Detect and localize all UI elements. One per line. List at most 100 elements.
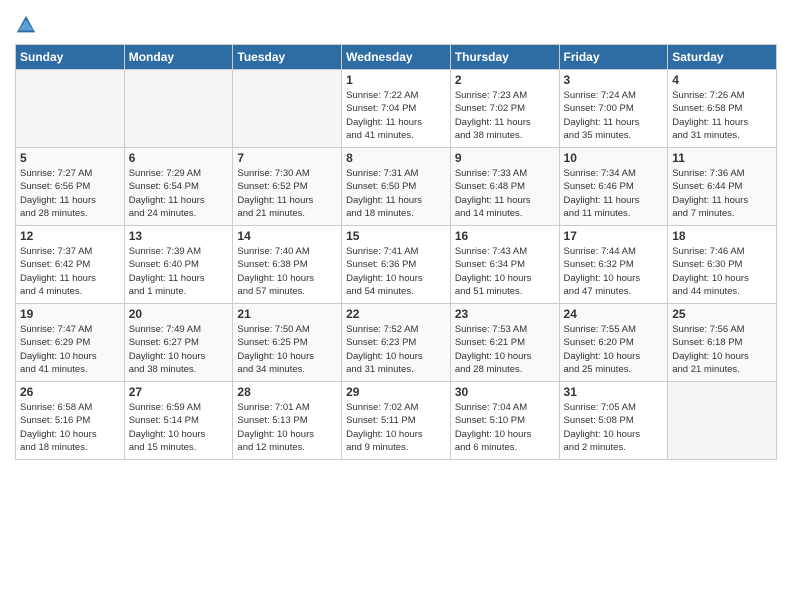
calendar-cell: 14 Sunrise: 7:40 AMSunset: 6:38 PMDayligh… xyxy=(233,226,342,304)
day-number: 22 xyxy=(346,307,446,321)
day-info: Sunrise: 7:27 AMSunset: 6:56 PMDaylight:… xyxy=(20,167,120,220)
calendar-cell: 25Sunrise: 7:56 AMSunset: 6:18 PMDayligh… xyxy=(668,304,777,382)
week-row-1: 1 Sunrise: 7:22 AMSunset: 7:04 PMDaylight… xyxy=(16,70,777,148)
calendar-cell: 2Sunrise: 7:23 AMSunset: 7:02 PMDaylight… xyxy=(450,70,559,148)
day-number: 27 xyxy=(129,385,229,399)
day-info: Sunrise: 7:44 AMSunset: 6:32 PMDaylight:… xyxy=(564,245,664,298)
day-info: Sunrise: 7:31 AMSunset: 6:50 PMDaylight:… xyxy=(346,167,446,220)
day-number: 3 xyxy=(564,73,664,87)
day-info: Sunrise: 7:47 AMSunset: 6:29 PMDaylight:… xyxy=(20,323,120,376)
day-info: Sunrise: 7:04 AMSunset: 5:10 PMDaylight:… xyxy=(455,401,555,454)
calendar-cell xyxy=(16,70,125,148)
calendar-table: Sunday Monday Tuesday Wednesday Thursday… xyxy=(15,44,777,460)
calendar-cell: 27Sunrise: 6:59 AMSunset: 5:14 PMDayligh… xyxy=(124,382,233,460)
logo xyxy=(15,14,41,36)
day-number: 6 xyxy=(129,151,229,165)
day-number: 13 xyxy=(129,229,229,243)
day-info: Sunrise: 7:02 AMSunset: 5:11 PMDaylight:… xyxy=(346,401,446,454)
day-number: 28 xyxy=(237,385,337,399)
day-number: 16 xyxy=(455,229,555,243)
day-number: 21 xyxy=(237,307,337,321)
col-sunday: Sunday xyxy=(16,45,125,70)
week-row-2: 5Sunrise: 7:27 AMSunset: 6:56 PMDaylight… xyxy=(16,148,777,226)
day-info: Sunrise: 6:58 AMSunset: 5:16 PMDaylight:… xyxy=(20,401,120,454)
calendar-cell: 3 Sunrise: 7:24 AMSunset: 7:00 PMDaylight… xyxy=(559,70,668,148)
day-number: 11 xyxy=(672,151,772,165)
day-info: Sunrise: 7:52 AMSunset: 6:23 PMDaylight:… xyxy=(346,323,446,376)
col-saturday: Saturday xyxy=(668,45,777,70)
calendar-cell: 23Sunrise: 7:53 AMSunset: 6:21 PMDayligh… xyxy=(450,304,559,382)
day-number: 8 xyxy=(346,151,446,165)
logo-icon xyxy=(15,14,37,36)
day-number: 19 xyxy=(20,307,120,321)
calendar-cell: 6 Sunrise: 7:29 AMSunset: 6:54 PMDaylight… xyxy=(124,148,233,226)
day-info: Sunrise: 7:30 AMSunset: 6:52 PMDaylight:… xyxy=(237,167,337,220)
calendar-cell: 11Sunrise: 7:36 AMSunset: 6:44 PMDayligh… xyxy=(668,148,777,226)
col-wednesday: Wednesday xyxy=(342,45,451,70)
day-number: 20 xyxy=(129,307,229,321)
day-info: Sunrise: 7:23 AMSunset: 7:02 PMDaylight:… xyxy=(455,89,555,142)
day-number: 29 xyxy=(346,385,446,399)
day-info: Sunrise: 7:40 AMSunset: 6:38 PMDaylight:… xyxy=(237,245,337,298)
calendar-cell: 19 Sunrise: 7:47 AMSunset: 6:29 PMDayligh… xyxy=(16,304,125,382)
day-number: 24 xyxy=(564,307,664,321)
header-row: Sunday Monday Tuesday Wednesday Thursday… xyxy=(16,45,777,70)
calendar-cell xyxy=(668,382,777,460)
day-info: Sunrise: 7:49 AMSunset: 6:27 PMDaylight:… xyxy=(129,323,229,376)
day-number: 7 xyxy=(237,151,337,165)
calendar-cell: 16 Sunrise: 7:43 AMSunset: 6:34 PMDayligh… xyxy=(450,226,559,304)
day-info: Sunrise: 7:26 AMSunset: 6:58 PMDaylight:… xyxy=(672,89,772,142)
day-info: Sunrise: 7:50 AMSunset: 6:25 PMDaylight:… xyxy=(237,323,337,376)
calendar-cell: 9 Sunrise: 7:33 AMSunset: 6:48 PMDaylight… xyxy=(450,148,559,226)
calendar-cell xyxy=(124,70,233,148)
day-info: Sunrise: 7:41 AMSunset: 6:36 PMDaylight:… xyxy=(346,245,446,298)
day-number: 9 xyxy=(455,151,555,165)
day-number: 14 xyxy=(237,229,337,243)
day-info: Sunrise: 7:34 AMSunset: 6:46 PMDaylight:… xyxy=(564,167,664,220)
header xyxy=(15,10,777,36)
day-info: Sunrise: 7:24 AMSunset: 7:00 PMDaylight:… xyxy=(564,89,664,142)
calendar-cell: 8 Sunrise: 7:31 AMSunset: 6:50 PMDaylight… xyxy=(342,148,451,226)
day-number: 1 xyxy=(346,73,446,87)
day-info: Sunrise: 7:05 AMSunset: 5:08 PMDaylight:… xyxy=(564,401,664,454)
day-info: Sunrise: 7:29 AMSunset: 6:54 PMDaylight:… xyxy=(129,167,229,220)
day-info: Sunrise: 7:43 AMSunset: 6:34 PMDaylight:… xyxy=(455,245,555,298)
col-friday: Friday xyxy=(559,45,668,70)
day-info: Sunrise: 7:22 AMSunset: 7:04 PMDaylight:… xyxy=(346,89,446,142)
calendar-cell: 17 Sunrise: 7:44 AMSunset: 6:32 PMDayligh… xyxy=(559,226,668,304)
calendar-cell: 5Sunrise: 7:27 AMSunset: 6:56 PMDaylight… xyxy=(16,148,125,226)
calendar-cell xyxy=(233,70,342,148)
calendar-cell: 26 Sunrise: 6:58 AMSunset: 5:16 PMDayligh… xyxy=(16,382,125,460)
day-number: 10 xyxy=(564,151,664,165)
day-number: 26 xyxy=(20,385,120,399)
day-info: Sunrise: 7:37 AMSunset: 6:42 PMDaylight:… xyxy=(20,245,120,298)
calendar-cell: 18 Sunrise: 7:46 AMSunset: 6:30 PMDayligh… xyxy=(668,226,777,304)
col-monday: Monday xyxy=(124,45,233,70)
week-row-5: 26 Sunrise: 6:58 AMSunset: 5:16 PMDayligh… xyxy=(16,382,777,460)
week-row-4: 19 Sunrise: 7:47 AMSunset: 6:29 PMDayligh… xyxy=(16,304,777,382)
day-info: Sunrise: 7:33 AMSunset: 6:48 PMDaylight:… xyxy=(455,167,555,220)
day-number: 12 xyxy=(20,229,120,243)
calendar-cell: 24Sunrise: 7:55 AMSunset: 6:20 PMDayligh… xyxy=(559,304,668,382)
day-number: 25 xyxy=(672,307,772,321)
col-tuesday: Tuesday xyxy=(233,45,342,70)
calendar-cell: 15Sunrise: 7:41 AMSunset: 6:36 PMDayligh… xyxy=(342,226,451,304)
calendar-cell: 29 Sunrise: 7:02 AMSunset: 5:11 PMDayligh… xyxy=(342,382,451,460)
calendar-cell: 12 Sunrise: 7:37 AMSunset: 6:42 PMDayligh… xyxy=(16,226,125,304)
day-number: 17 xyxy=(564,229,664,243)
calendar-cell: 7 Sunrise: 7:30 AMSunset: 6:52 PMDaylight… xyxy=(233,148,342,226)
calendar-cell: 10 Sunrise: 7:34 AMSunset: 6:46 PMDayligh… xyxy=(559,148,668,226)
col-thursday: Thursday xyxy=(450,45,559,70)
day-info: Sunrise: 7:46 AMSunset: 6:30 PMDaylight:… xyxy=(672,245,772,298)
day-number: 4 xyxy=(672,73,772,87)
calendar-cell: 13 Sunrise: 7:39 AMSunset: 6:40 PMDayligh… xyxy=(124,226,233,304)
day-number: 31 xyxy=(564,385,664,399)
day-info: Sunrise: 7:53 AMSunset: 6:21 PMDaylight:… xyxy=(455,323,555,376)
day-info: Sunrise: 7:39 AMSunset: 6:40 PMDaylight:… xyxy=(129,245,229,298)
calendar-cell: 22 Sunrise: 7:52 AMSunset: 6:23 PMDayligh… xyxy=(342,304,451,382)
day-number: 18 xyxy=(672,229,772,243)
calendar-cell: 4 Sunrise: 7:26 AMSunset: 6:58 PMDaylight… xyxy=(668,70,777,148)
calendar-cell: 31 Sunrise: 7:05 AMSunset: 5:08 PMDayligh… xyxy=(559,382,668,460)
calendar-page: Sunday Monday Tuesday Wednesday Thursday… xyxy=(0,0,792,612)
calendar-cell: 1 Sunrise: 7:22 AMSunset: 7:04 PMDaylight… xyxy=(342,70,451,148)
